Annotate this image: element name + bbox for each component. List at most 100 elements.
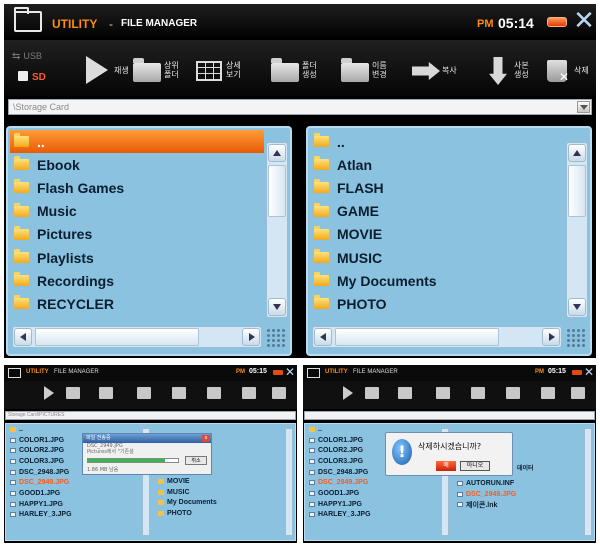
list-item[interactable]: My Documents <box>310 269 564 292</box>
folder-logo-icon <box>14 7 42 32</box>
list-item[interactable]: .. <box>310 130 564 153</box>
delete-icon[interactable] <box>571 387 585 399</box>
detail-view-icon[interactable] <box>99 387 113 399</box>
detail-view-icon[interactable] <box>398 387 412 399</box>
rename-button[interactable]: 이름 변경 <box>340 50 387 90</box>
copy-button[interactable]: 복사 <box>410 50 457 90</box>
scroll-up-icon[interactable] <box>568 144 586 162</box>
list-item[interactable]: MUSIC <box>310 246 564 269</box>
duplicate-icon[interactable] <box>541 387 555 399</box>
up-folder-icon[interactable] <box>365 387 379 399</box>
list-item[interactable]: Pictures <box>10 223 264 246</box>
list-item-label: Atlan <box>337 156 372 173</box>
list-item-label: COLOR2.JPG <box>19 447 65 455</box>
scroll-right-icon[interactable] <box>242 328 260 346</box>
rename-icon[interactable] <box>471 387 485 399</box>
scroll-left-icon[interactable] <box>314 328 332 346</box>
scroll-thumb[interactable] <box>568 165 586 217</box>
path-dropdown-button[interactable] <box>577 101 590 113</box>
no-button[interactable]: 아니오 <box>460 461 490 471</box>
close-button[interactable]: ✕ <box>572 7 596 35</box>
list-item[interactable]: MOVIE <box>310 223 564 246</box>
path-text: \Storage Card <box>13 102 70 112</box>
yes-button[interactable]: 예 <box>436 461 456 471</box>
path-bar[interactable] <box>304 411 595 420</box>
list-item[interactable]: MUSIC <box>156 487 276 498</box>
list-item[interactable]: GAME <box>310 200 564 223</box>
up-folder-button[interactable]: 상위 폴더 <box>132 50 179 90</box>
list-item[interactable]: My Documents <box>156 497 276 508</box>
resize-grip-icon[interactable] <box>566 328 586 348</box>
list-item[interactable]: MOVIE <box>156 476 276 487</box>
play-icon[interactable] <box>44 386 54 400</box>
up-folder-icon[interactable] <box>66 387 80 399</box>
list-item[interactable]: Music <box>10 200 264 223</box>
scroll-thumb[interactable] <box>35 328 199 346</box>
close-button[interactable]: ✕ <box>584 365 594 379</box>
copy-icon[interactable] <box>506 387 520 399</box>
left-file-pane[interactable]: .. Ebook Flash Games Music Pictures Playlists… <box>6 126 292 356</box>
play-icon[interactable] <box>343 386 353 400</box>
detail-view-button[interactable]: 상세 보기 <box>194 50 241 90</box>
scroll-right-icon[interactable] <box>542 328 560 346</box>
toolbar <box>4 381 297 409</box>
left-horizontal-scrollbar[interactable] <box>12 326 262 348</box>
list-item[interactable]: Recordings <box>10 269 264 292</box>
list-item[interactable]: Ebook <box>10 153 264 176</box>
list-item[interactable]: GOOD1.JPG <box>307 488 447 499</box>
duplicate-icon[interactable] <box>242 387 256 399</box>
list-item[interactable]: PHOTO <box>310 292 564 315</box>
scroll-down-icon[interactable] <box>568 298 586 316</box>
list-item[interactable]: AUTORUN.INF <box>455 478 575 489</box>
scroll-down-icon[interactable] <box>268 298 286 316</box>
play-button[interactable]: 재생 <box>82 50 129 90</box>
list-item[interactable]: Atlan <box>310 153 564 176</box>
path-bar[interactable]: \Storage Card <box>8 99 592 115</box>
list-item[interactable]: DSC_2949.JPG <box>455 489 575 500</box>
list-item[interactable]: Playlists <box>10 246 264 269</box>
scroll-up-icon[interactable] <box>268 144 286 162</box>
right-vertical-scrollbar[interactable] <box>285 428 293 536</box>
scroll-thumb[interactable] <box>268 165 286 217</box>
new-folder-button[interactable]: 폴더 생성 <box>270 50 317 90</box>
list-item[interactable]: HARLEY_3.JPG <box>8 510 148 521</box>
dialog-close-icon[interactable]: x <box>202 435 210 442</box>
scroll-left-icon[interactable] <box>14 328 32 346</box>
list-item[interactable]: PHOTO <box>156 508 276 519</box>
title-bar: UTILITY FILE MANAGER PM 05:15 ✕ <box>303 365 596 381</box>
detail-view-icon <box>194 56 224 84</box>
copy-icon[interactable] <box>207 387 221 399</box>
right-horizontal-scrollbar[interactable] <box>312 326 562 348</box>
list-item[interactable]: 제이콘.lnk <box>455 499 575 510</box>
duplicate-icon <box>482 56 512 84</box>
sd-storage-button[interactable]: SD <box>18 71 46 83</box>
list-item[interactable]: RECYCLER <box>10 292 264 315</box>
folder-icon <box>14 249 29 264</box>
close-button[interactable]: ✕ <box>285 365 295 379</box>
list-item[interactable]: FLASH <box>310 176 564 199</box>
usb-storage-button[interactable]: USB <box>12 51 42 62</box>
new-folder-icon[interactable] <box>137 387 151 399</box>
list-item[interactable]: .. <box>10 130 264 154</box>
left-vertical-scrollbar[interactable] <box>266 142 288 318</box>
rename-icon[interactable] <box>172 387 186 399</box>
list-item[interactable]: DSC_2949.JPG <box>307 477 447 488</box>
list-item-label: MOVIE <box>167 477 190 485</box>
right-vertical-scrollbar[interactable] <box>566 142 588 318</box>
right-vertical-scrollbar[interactable] <box>584 428 592 536</box>
duplicate-button[interactable]: 사본 생성 <box>482 50 529 90</box>
list-item[interactable]: Flash Games <box>10 176 264 199</box>
list-item[interactable]: HAPPY1.JPG <box>8 499 148 510</box>
delete-button[interactable]: 삭제 <box>542 50 589 90</box>
right-file-pane[interactable]: .. Atlan FLASH GAME MOVIE MUSIC My Documents PH… <box>306 126 592 356</box>
list-item[interactable]: HAPPY1.JPG <box>307 499 447 510</box>
scroll-thumb[interactable] <box>335 328 499 346</box>
cancel-button[interactable]: 취소 <box>185 456 207 465</box>
new-folder-icon[interactable] <box>436 387 450 399</box>
list-item[interactable]: GOOD1.JPG <box>8 488 148 499</box>
path-bar[interactable]: Storage Card\PICTURES <box>5 411 296 420</box>
list-item[interactable]: DSC_2949.JPG <box>8 477 148 488</box>
delete-icon[interactable] <box>272 387 286 399</box>
list-item[interactable]: HARLEY_3.JPG <box>307 510 447 521</box>
resize-grip-icon[interactable] <box>266 328 286 348</box>
